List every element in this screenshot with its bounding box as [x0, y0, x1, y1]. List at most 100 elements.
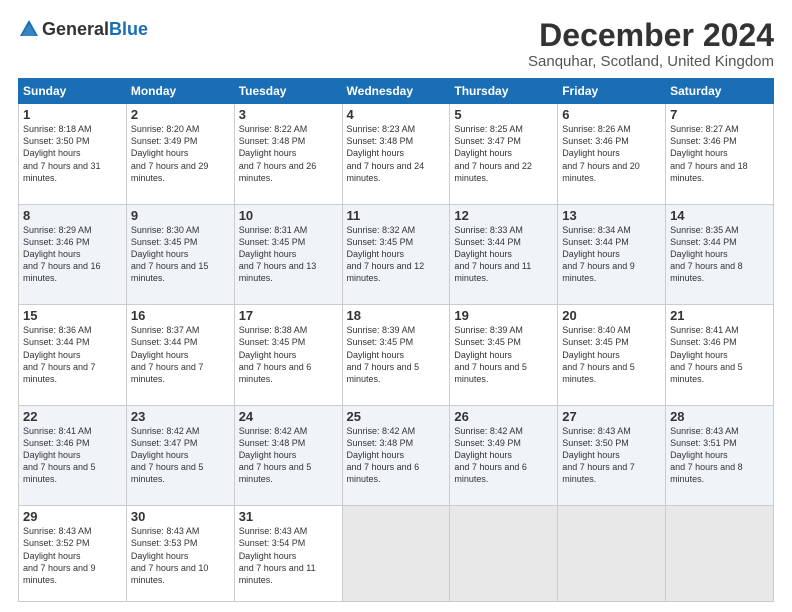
day-number: 24 [239, 409, 338, 424]
col-monday: Monday [126, 79, 234, 104]
cell-text: Sunrise: 8:38 AMSunset: 3:45 PMDaylight … [239, 325, 312, 384]
day-number: 23 [131, 409, 230, 424]
day-number: 8 [23, 208, 122, 223]
cell-text: Sunrise: 8:33 AMSunset: 3:44 PMDaylight … [454, 225, 531, 284]
cell-text: Sunrise: 8:43 AMSunset: 3:50 PMDaylight … [562, 426, 635, 485]
table-row [342, 506, 450, 602]
day-number: 27 [562, 409, 661, 424]
day-number: 19 [454, 308, 553, 323]
cell-text: Sunrise: 8:25 AMSunset: 3:47 PMDaylight … [454, 124, 532, 183]
col-thursday: Thursday [450, 79, 558, 104]
table-row: 9 Sunrise: 8:30 AMSunset: 3:45 PMDayligh… [126, 204, 234, 305]
table-row: 12 Sunrise: 8:33 AMSunset: 3:44 PMDaylig… [450, 204, 558, 305]
logo-blue-text: Blue [109, 19, 148, 40]
cell-text: Sunrise: 8:43 AMSunset: 3:51 PMDaylight … [670, 426, 743, 485]
table-row: 15 Sunrise: 8:36 AMSunset: 3:44 PMDaylig… [19, 305, 127, 406]
cell-text: Sunrise: 8:43 AMSunset: 3:52 PMDaylight … [23, 526, 96, 585]
table-row: 5 Sunrise: 8:25 AMSunset: 3:47 PMDayligh… [450, 104, 558, 205]
cell-text: Sunrise: 8:20 AMSunset: 3:49 PMDaylight … [131, 124, 209, 183]
logo-icon [18, 18, 40, 40]
day-number: 13 [562, 208, 661, 223]
table-row: 20 Sunrise: 8:40 AMSunset: 3:45 PMDaylig… [558, 305, 666, 406]
day-number: 25 [347, 409, 446, 424]
location: Sanquhar, Scotland, United Kingdom [528, 53, 774, 70]
cell-text: Sunrise: 8:31 AMSunset: 3:45 PMDaylight … [239, 225, 317, 284]
calendar: Sunday Monday Tuesday Wednesday Thursday… [18, 78, 774, 602]
table-row [450, 506, 558, 602]
table-row: 4 Sunrise: 8:23 AMSunset: 3:48 PMDayligh… [342, 104, 450, 205]
cell-text: Sunrise: 8:41 AMSunset: 3:46 PMDaylight … [23, 426, 96, 485]
day-number: 4 [347, 107, 446, 122]
cell-text: Sunrise: 8:23 AMSunset: 3:48 PMDaylight … [347, 124, 425, 183]
table-row: 30 Sunrise: 8:43 AMSunset: 3:53 PMDaylig… [126, 506, 234, 602]
day-number: 11 [347, 208, 446, 223]
cell-text: Sunrise: 8:34 AMSunset: 3:44 PMDaylight … [562, 225, 635, 284]
day-number: 15 [23, 308, 122, 323]
table-row: 6 Sunrise: 8:26 AMSunset: 3:46 PMDayligh… [558, 104, 666, 205]
table-row: 18 Sunrise: 8:39 AMSunset: 3:45 PMDaylig… [342, 305, 450, 406]
table-row: 17 Sunrise: 8:38 AMSunset: 3:45 PMDaylig… [234, 305, 342, 406]
table-row: 31 Sunrise: 8:43 AMSunset: 3:54 PMDaylig… [234, 506, 342, 602]
table-row: 28 Sunrise: 8:43 AMSunset: 3:51 PMDaylig… [666, 405, 774, 506]
cell-text: Sunrise: 8:40 AMSunset: 3:45 PMDaylight … [562, 325, 635, 384]
col-wednesday: Wednesday [342, 79, 450, 104]
cell-text: Sunrise: 8:42 AMSunset: 3:49 PMDaylight … [454, 426, 527, 485]
cell-text: Sunrise: 8:42 AMSunset: 3:48 PMDaylight … [347, 426, 420, 485]
table-row: 16 Sunrise: 8:37 AMSunset: 3:44 PMDaylig… [126, 305, 234, 406]
day-number: 18 [347, 308, 446, 323]
day-number: 17 [239, 308, 338, 323]
day-number: 3 [239, 107, 338, 122]
table-row: 21 Sunrise: 8:41 AMSunset: 3:46 PMDaylig… [666, 305, 774, 406]
day-number: 21 [670, 308, 769, 323]
day-number: 9 [131, 208, 230, 223]
day-number: 31 [239, 509, 338, 524]
col-friday: Friday [558, 79, 666, 104]
cell-text: Sunrise: 8:35 AMSunset: 3:44 PMDaylight … [670, 225, 743, 284]
table-row: 29 Sunrise: 8:43 AMSunset: 3:52 PMDaylig… [19, 506, 127, 602]
day-number: 26 [454, 409, 553, 424]
cell-text: Sunrise: 8:42 AMSunset: 3:48 PMDaylight … [239, 426, 312, 485]
table-row: 19 Sunrise: 8:39 AMSunset: 3:45 PMDaylig… [450, 305, 558, 406]
cell-text: Sunrise: 8:43 AMSunset: 3:54 PMDaylight … [239, 526, 316, 585]
table-row: 22 Sunrise: 8:41 AMSunset: 3:46 PMDaylig… [19, 405, 127, 506]
table-row: 10 Sunrise: 8:31 AMSunset: 3:45 PMDaylig… [234, 204, 342, 305]
title-block: December 2024 Sanquhar, Scotland, United… [528, 18, 774, 70]
cell-text: Sunrise: 8:41 AMSunset: 3:46 PMDaylight … [670, 325, 743, 384]
cell-text: Sunrise: 8:18 AMSunset: 3:50 PMDaylight … [23, 124, 101, 183]
cell-text: Sunrise: 8:30 AMSunset: 3:45 PMDaylight … [131, 225, 209, 284]
col-tuesday: Tuesday [234, 79, 342, 104]
cell-text: Sunrise: 8:43 AMSunset: 3:53 PMDaylight … [131, 526, 209, 585]
day-number: 22 [23, 409, 122, 424]
day-number: 2 [131, 107, 230, 122]
logo: GeneralBlue [18, 18, 148, 40]
cell-text: Sunrise: 8:32 AMSunset: 3:45 PMDaylight … [347, 225, 425, 284]
table-row: 27 Sunrise: 8:43 AMSunset: 3:50 PMDaylig… [558, 405, 666, 506]
cell-text: Sunrise: 8:42 AMSunset: 3:47 PMDaylight … [131, 426, 204, 485]
month-title: December 2024 [528, 18, 774, 53]
day-number: 6 [562, 107, 661, 122]
col-sunday: Sunday [19, 79, 127, 104]
day-number: 20 [562, 308, 661, 323]
table-row: 1 Sunrise: 8:18 AMSunset: 3:50 PMDayligh… [19, 104, 127, 205]
day-number: 1 [23, 107, 122, 122]
page: GeneralBlue December 2024 Sanquhar, Scot… [0, 0, 792, 612]
table-row: 2 Sunrise: 8:20 AMSunset: 3:49 PMDayligh… [126, 104, 234, 205]
table-row: 14 Sunrise: 8:35 AMSunset: 3:44 PMDaylig… [666, 204, 774, 305]
cell-text: Sunrise: 8:36 AMSunset: 3:44 PMDaylight … [23, 325, 96, 384]
day-number: 7 [670, 107, 769, 122]
cell-text: Sunrise: 8:22 AMSunset: 3:48 PMDaylight … [239, 124, 317, 183]
table-row: 26 Sunrise: 8:42 AMSunset: 3:49 PMDaylig… [450, 405, 558, 506]
table-row [558, 506, 666, 602]
day-number: 12 [454, 208, 553, 223]
table-row: 25 Sunrise: 8:42 AMSunset: 3:48 PMDaylig… [342, 405, 450, 506]
table-row: 23 Sunrise: 8:42 AMSunset: 3:47 PMDaylig… [126, 405, 234, 506]
day-number: 14 [670, 208, 769, 223]
cell-text: Sunrise: 8:26 AMSunset: 3:46 PMDaylight … [562, 124, 640, 183]
calendar-header-row: Sunday Monday Tuesday Wednesday Thursday… [19, 79, 774, 104]
header: GeneralBlue December 2024 Sanquhar, Scot… [18, 18, 774, 70]
cell-text: Sunrise: 8:39 AMSunset: 3:45 PMDaylight … [347, 325, 420, 384]
cell-text: Sunrise: 8:37 AMSunset: 3:44 PMDaylight … [131, 325, 204, 384]
day-number: 30 [131, 509, 230, 524]
day-number: 5 [454, 107, 553, 122]
table-row: 8 Sunrise: 8:29 AMSunset: 3:46 PMDayligh… [19, 204, 127, 305]
